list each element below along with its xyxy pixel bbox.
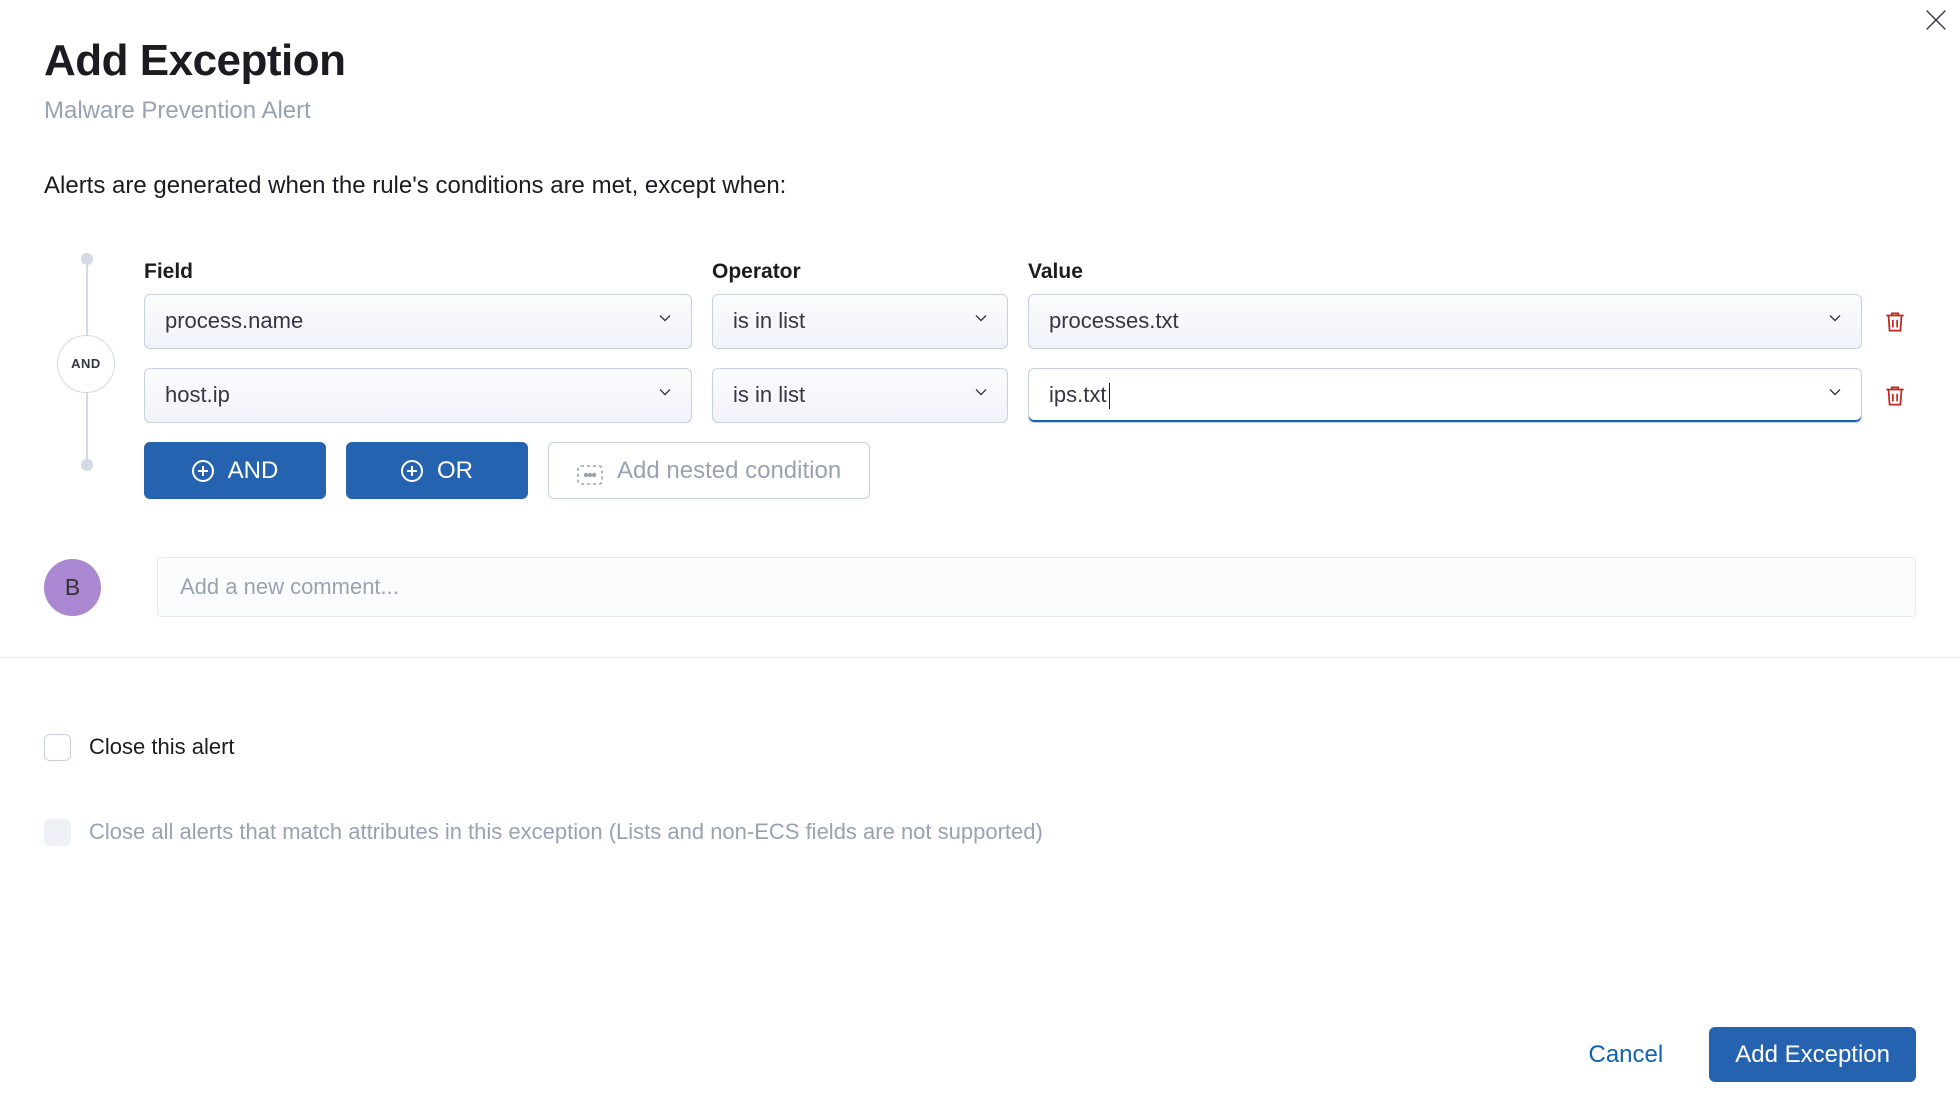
value-select-value: processes.txt <box>1049 306 1179 337</box>
avatar-letter: B <box>65 571 80 603</box>
plus-circle-icon <box>192 460 214 482</box>
cancel-button[interactable]: Cancel <box>1589 1041 1664 1069</box>
add-or-button[interactable]: OR <box>346 442 528 499</box>
chevron-down-icon <box>655 380 675 411</box>
checkbox-label: Close all alerts that match attributes i… <box>89 817 1043 848</box>
value-select[interactable]: processes.txt <box>1028 294 1862 349</box>
chevron-down-icon <box>971 380 991 411</box>
button-label: Add nested condition <box>617 454 841 488</box>
condition-row: host.ip is in list ips.txt <box>144 368 1924 423</box>
value-select-value: ips.txt <box>1049 380 1106 411</box>
value-select[interactable]: ips.txt <box>1028 368 1862 423</box>
button-label: AND <box>228 454 279 488</box>
field-column-header: Field <box>144 257 692 286</box>
close-all-alerts-option: Close all alerts that match attributes i… <box>44 817 1916 848</box>
button-label: OR <box>437 454 473 488</box>
chevron-down-icon <box>1825 306 1845 337</box>
value-column-header: Value <box>1028 257 1862 286</box>
text-caret <box>1109 383 1110 409</box>
field-select[interactable]: host.ip <box>144 368 692 423</box>
add-nested-condition-button[interactable]: Add nested condition <box>548 442 870 499</box>
close-icon[interactable] <box>1922 6 1950 34</box>
checkbox-label: Close this alert <box>89 732 235 763</box>
logic-badge: AND <box>57 335 115 393</box>
operator-select[interactable]: is in list <box>712 368 1008 423</box>
field-select[interactable]: process.name <box>144 294 692 349</box>
plus-circle-icon <box>401 460 423 482</box>
close-this-alert-option[interactable]: Close this alert <box>44 732 1916 763</box>
add-and-button[interactable]: AND <box>144 442 326 499</box>
chevron-down-icon <box>971 306 991 337</box>
avatar: B <box>44 559 101 616</box>
operator-column-header: Operator <box>712 257 1008 286</box>
operator-select[interactable]: is in list <box>712 294 1008 349</box>
add-exception-button[interactable]: Add Exception <box>1709 1027 1916 1082</box>
chevron-down-icon <box>1825 380 1845 411</box>
checkbox <box>44 819 71 846</box>
chevron-down-icon <box>655 306 675 337</box>
operator-select-value: is in list <box>733 306 805 337</box>
checkbox[interactable] <box>44 734 71 761</box>
logic-rail: AND <box>0 257 144 467</box>
condition-row: process.name is in list processes.txt <box>144 294 1924 349</box>
trash-icon[interactable] <box>1882 309 1908 335</box>
add-exception-modal: Add Exception Malware Prevention Alert A… <box>0 0 1960 1112</box>
operator-select-value: is in list <box>733 380 805 411</box>
modal-title: Add Exception <box>44 30 1960 92</box>
intro-text: Alerts are generated when the rule's con… <box>0 127 1960 203</box>
trash-icon[interactable] <box>1882 383 1908 409</box>
modal-subtitle: Malware Prevention Alert <box>44 94 1960 128</box>
comment-placeholder: Add a new comment... <box>180 572 399 603</box>
field-select-value: process.name <box>165 306 303 337</box>
field-select-value: host.ip <box>165 380 230 411</box>
comment-input[interactable]: Add a new comment... <box>157 557 1916 617</box>
nested-icon <box>577 461 603 481</box>
